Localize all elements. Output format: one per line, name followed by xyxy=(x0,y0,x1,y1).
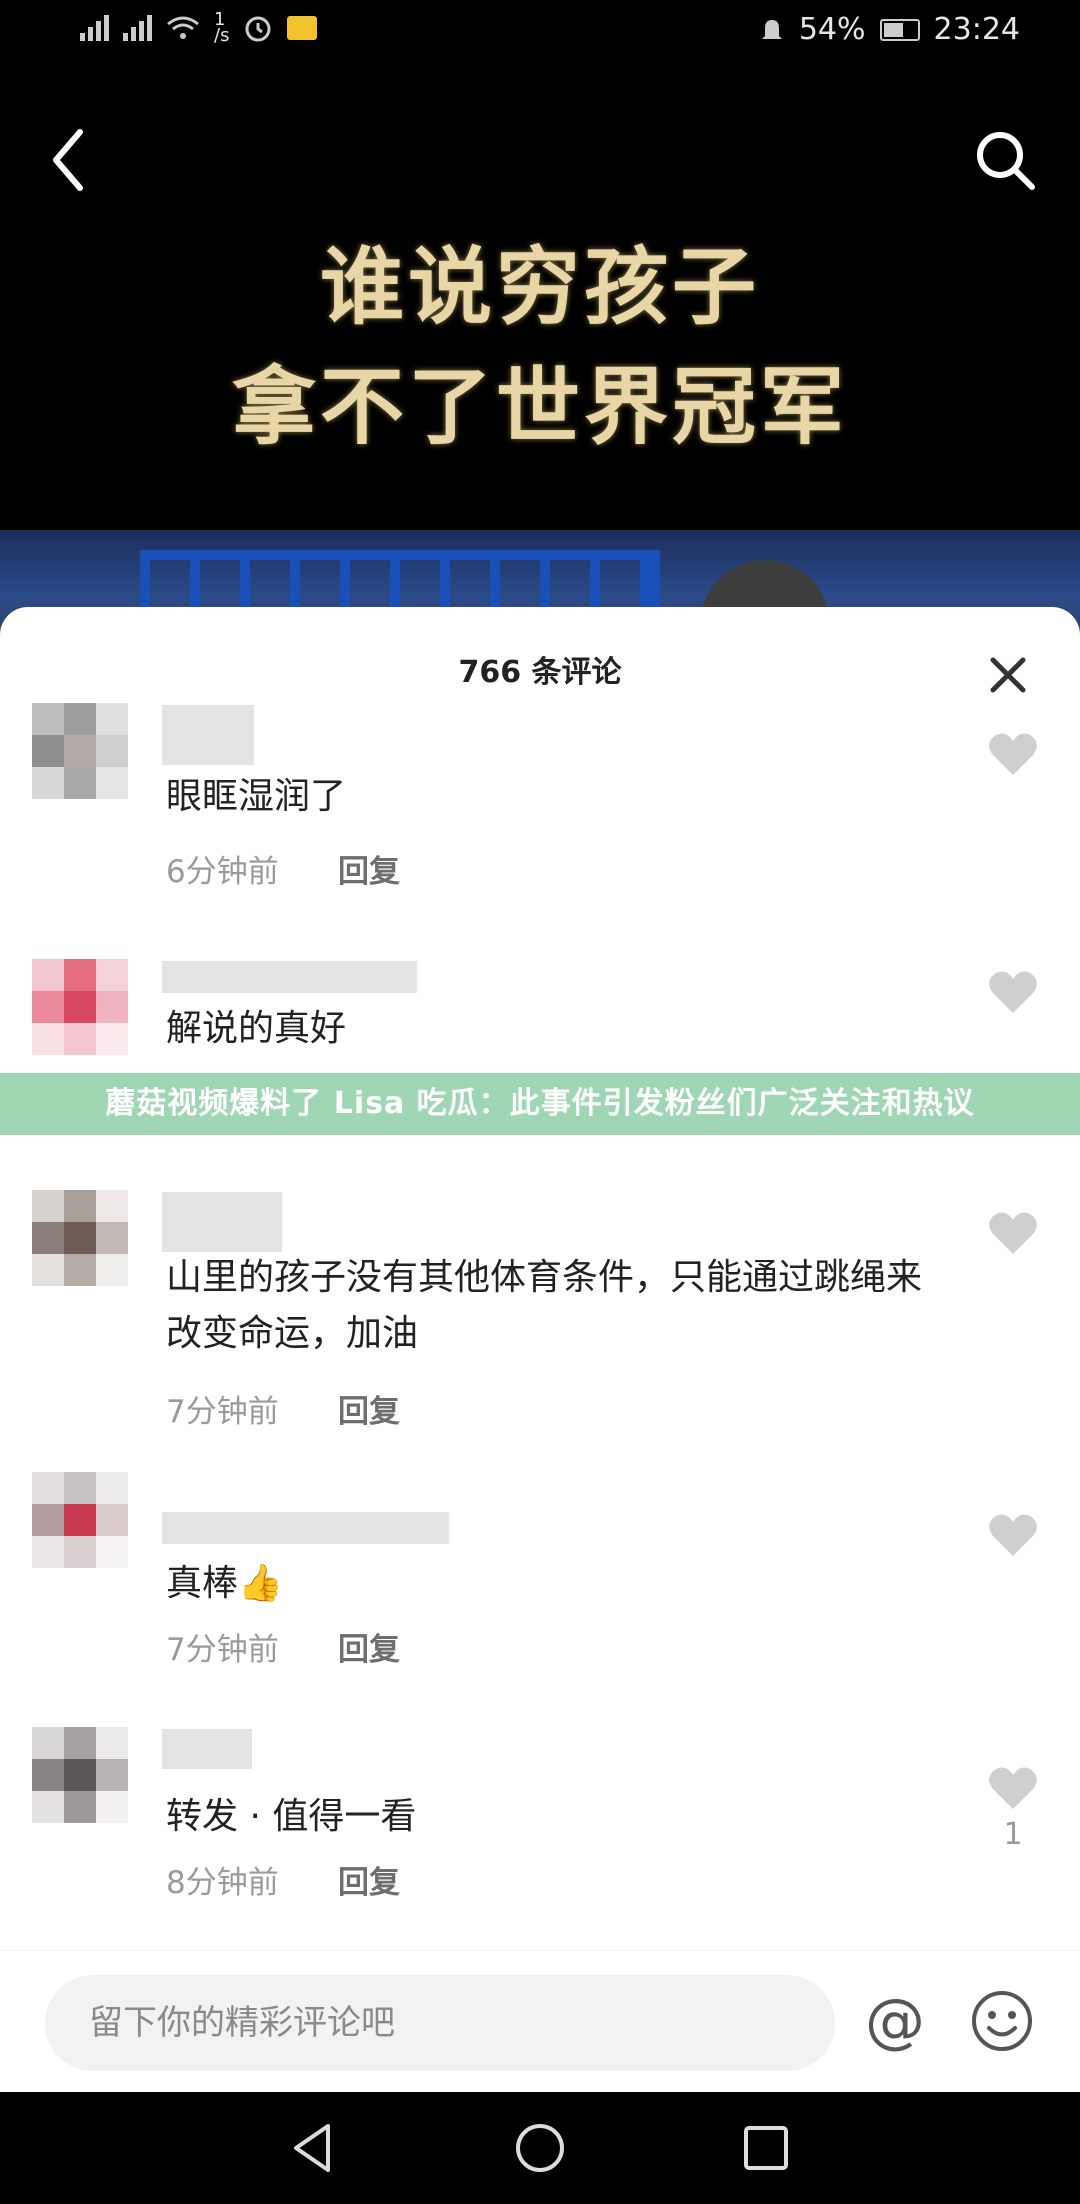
network-speed-unit: /s xyxy=(214,25,230,46)
comment-item: 真棒👍 7分钟前 回复 xyxy=(0,1472,1080,1672)
video-player[interactable]: 谁说穷孩子 拿不了世界冠军 xyxy=(0,70,1080,690)
status-bar: 1 /s 54% 23:24 xyxy=(0,0,1080,70)
comment-count-title: 766 条评论 xyxy=(458,655,622,690)
avatar[interactable] xyxy=(32,1727,128,1823)
username-blurred[interactable] xyxy=(162,961,417,993)
overlay-banner: 蘑菇视频爆料了 Lisa 吃瓜：此事件引发粉丝们广泛关注和热议 xyxy=(0,1073,1080,1135)
avatar[interactable] xyxy=(32,703,128,799)
notification-icon xyxy=(287,16,318,40)
avatar[interactable] xyxy=(32,1190,128,1286)
back-button[interactable] xyxy=(40,120,100,200)
username-blurred[interactable] xyxy=(162,1729,252,1769)
close-button[interactable] xyxy=(985,652,1031,698)
video-title-line1: 谁说穷孩子 xyxy=(319,238,760,336)
emoji-button[interactable] xyxy=(970,1989,1034,2053)
comment-time: 8分钟前 xyxy=(166,1865,279,1901)
comment-text: 解说的真好 xyxy=(166,1008,347,1049)
mute-icon xyxy=(761,19,782,39)
heart-icon[interactable] xyxy=(988,1210,1038,1256)
username-blurred[interactable] xyxy=(162,1192,282,1252)
username-blurred[interactable] xyxy=(162,1512,449,1544)
network-speed: 1 /s xyxy=(214,11,230,46)
signal-icon xyxy=(80,15,109,41)
video-title-line2: 拿不了世界冠军 xyxy=(231,358,848,456)
comment-item: 转发 · 值得一看 1 8分钟前 回复 xyxy=(0,1727,1080,1927)
comment-input-bar: @ xyxy=(0,1950,1080,2093)
comment-text: 山里的孩子没有其他体育条件，只能通过跳绳来改变命运，加油 xyxy=(166,1257,923,1354)
search-button[interactable] xyxy=(970,125,1040,195)
like-count: 1 xyxy=(1003,1817,1023,1852)
comment-item: 山里的孩子没有其他体育条件，只能通过跳绳来改变命运，加油 7分钟前 回复 xyxy=(0,1190,1080,1430)
heart-icon[interactable] xyxy=(988,731,1038,777)
comment-text: 真棒👍 xyxy=(166,1563,283,1604)
signal-icon xyxy=(123,15,152,41)
reply-button[interactable]: 回复 xyxy=(338,1857,400,1902)
system-nav-bar xyxy=(0,2092,1080,2204)
status-right: 54% 23:24 xyxy=(759,12,1020,47)
mention-button[interactable]: @ xyxy=(860,1971,930,2071)
heart-icon[interactable] xyxy=(988,1512,1038,1558)
avatar[interactable] xyxy=(32,959,128,1055)
comment-sheet: 766 条评论 眼眶湿润了 6分钟前 回复 解说的真好 山里的孩子没有其他体育条… xyxy=(0,607,1080,2092)
heart-icon[interactable] xyxy=(988,969,1038,1015)
comment-time: 7分钟前 xyxy=(166,1632,279,1668)
reply-button[interactable]: 回复 xyxy=(338,1624,400,1669)
comment-item: 解说的真好 xyxy=(0,959,1080,1079)
clock: 23:24 xyxy=(933,12,1020,47)
avatar[interactable] xyxy=(32,1472,128,1568)
comment-text: 眼眶湿润了 xyxy=(166,776,347,817)
comment-time: 6分钟前 xyxy=(166,854,279,890)
nav-home-icon[interactable] xyxy=(514,2122,566,2174)
comment-time: 7分钟前 xyxy=(166,1394,279,1430)
nav-recents-icon[interactable] xyxy=(742,2124,790,2172)
alarm-icon xyxy=(245,16,271,42)
comment-item: 眼眶湿润了 6分钟前 回复 xyxy=(0,703,1080,890)
comment-input[interactable] xyxy=(45,1975,835,2071)
nav-back-icon[interactable] xyxy=(288,2122,338,2174)
reply-button[interactable]: 回复 xyxy=(338,1386,400,1431)
status-left: 1 /s xyxy=(80,11,318,46)
wifi-icon xyxy=(167,16,199,39)
username-blurred[interactable] xyxy=(162,705,254,765)
battery-icon xyxy=(879,18,920,41)
comment-text: 转发 · 值得一看 xyxy=(166,1796,417,1837)
battery-percent: 54% xyxy=(798,12,866,47)
reply-button[interactable]: 回复 xyxy=(338,846,400,891)
heart-icon[interactable] xyxy=(988,1765,1038,1811)
